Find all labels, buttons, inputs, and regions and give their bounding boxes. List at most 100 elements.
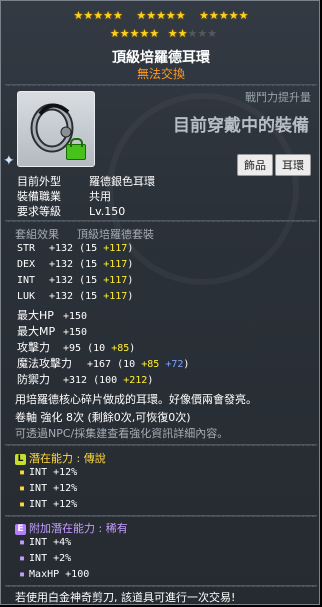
stat-row-int: INT +132 (15 +117) [17,275,133,286]
info-key: 裝備職業 [17,190,61,203]
additional-potential-line: INT +2% [19,553,71,564]
star-group: ★★★★★ [136,9,186,22]
stat-name: 攻擊力 [17,341,50,354]
stat-row-maxhp: 最大HP +150 [17,307,87,323]
stat-total: +150 [63,327,88,338]
stat-base: (15 [79,291,98,302]
stat-name: 防禦力 [17,373,50,386]
divider [5,220,317,222]
star-group-empty: ★★★ [187,27,218,40]
stat-paren: ) [127,275,134,286]
potential-line: INT +12% [19,499,77,510]
scroll-upgrade-info: 卷軸 強化 8次 (剩餘0次,可恢復0次) [15,411,191,424]
lock-icon [66,138,86,160]
untradeable-label: 無法交換 [136,67,185,81]
item-tooltip: ★★★★★ ★★★★★ ★★★★★ ★★★★★ ★★★★★ 頂級培羅德耳環 無法… [0,0,320,605]
info-value: 羅德銀色耳環 [89,175,155,188]
stat-row-magic-attack: 魔法攻擊力 +167 (10 +85 +72) [17,355,189,371]
item-icon-frame [17,91,95,167]
stat-bonus: +117 [103,259,128,270]
info-row: 裝備職業 共用 [17,188,111,204]
stat-name: 魔法攻擊力 [17,357,72,370]
stat-total: +132 [49,243,74,254]
stat-bonus: +85 [111,343,130,354]
stat-row-maxmp: 最大MP +150 [17,323,87,339]
additional-potential-line: INT +4% [19,537,71,548]
info-row: 要求等級 Lv.150 [17,203,125,219]
stat-row-attack: 攻擊力 +95 (10 +85) [17,339,135,355]
epic-badge-icon: E [15,523,26,535]
stat-paren: ) [129,343,136,354]
npc-hint: 可透過NPC/採集建查看強化資訊詳細內容。 [15,427,229,440]
set-effect-row: 套組效果 頂級培羅德套裝 [15,226,154,242]
stat-total: +312 [63,375,88,386]
stat-name: STR [17,243,36,254]
stat-name: DEX [17,259,36,270]
star-group: ★★★★★ [109,27,160,40]
stat-row-dex: DEX +132 (15 +117) [17,259,133,270]
stat-name: LUK [17,291,36,302]
potential-line: INT +12% [19,467,77,478]
divider [5,84,317,86]
potential-header: L 潛在能力 : 傳說 [15,450,106,466]
divider [5,515,317,517]
battle-power-label: 戰鬥力提升量 [245,91,311,104]
stat-base: (15 [79,259,98,270]
star-group: ★★★★★ [199,9,249,22]
stat-base: (15 [79,243,98,254]
stat-enhance: +72 [165,359,184,370]
platinum-scissors-notice: 若使用白金神奇剪刀, 該道具可進行一次交易! [15,591,236,604]
stat-base: (10 [87,343,106,354]
stat-paren: ) [127,291,134,302]
stat-base: (10 [117,359,136,370]
stat-total: +132 [49,259,74,270]
stat-bonus: +85 [141,359,160,370]
stat-row-str: STR +132 (15 +117) [17,243,133,254]
potential-label: 潛在能力 : 傳說 [29,452,106,465]
info-key: 要求等級 [17,205,61,218]
stat-base: (100 [93,375,118,386]
stat-row-defense: 防禦力 +312 (100 +212) [17,371,153,387]
star-group: ★★ [167,27,188,40]
tag-accessory: 飾品 [237,154,273,176]
stat-total: +95 [63,343,82,354]
star-group: ★★★★★ [73,9,123,22]
stat-bonus: +117 [103,243,128,254]
star-force-row-2: ★★★★★ ★★★★★ [1,27,319,40]
stat-row-luk: LUK +132 (15 +117) [17,291,133,302]
divider [5,444,317,446]
item-description: 用培羅德核心碎片做成的耳環。好像價兩會發亮。 [15,393,257,406]
additional-potential-label: 附加潛在能力 : 稀有 [29,522,128,535]
info-value: 共用 [89,190,111,203]
category-tags: 飾品 耳環 [237,154,311,176]
stat-paren: ) [183,359,190,370]
set-name: 頂級培羅德套裝 [77,228,154,241]
stat-paren: ) [127,243,134,254]
additional-potential-line: MaxHP +100 [19,569,89,580]
sparkle-icon: ✦ [3,153,15,169]
tag-earring: 耳環 [275,154,311,176]
stat-bonus: +117 [103,275,128,286]
item-title: 頂級培羅德耳環 [112,50,210,66]
star-force-row-1: ★★★★★ ★★★★★ ★★★★★ [1,9,319,22]
stat-name: 最大MP [17,325,56,338]
stat-name: INT [17,275,36,286]
divider [5,585,317,587]
stat-bonus: +117 [103,291,128,302]
info-value: Lv.150 [89,205,126,218]
stat-total: +132 [49,291,74,302]
currently-equipped-label: 目前穿戴中的裝備 [173,116,309,136]
legendary-badge-icon: L [15,453,26,465]
stat-name: 最大HP [17,309,54,322]
stat-total: +132 [49,275,74,286]
info-row: 目前外型 羅德銀色耳環 [17,173,155,189]
stat-base: (15 [79,275,98,286]
additional-potential-header: E 附加潛在能力 : 稀有 [15,520,128,536]
info-key: 目前外型 [17,175,61,188]
potential-line: INT +12% [19,483,77,494]
stat-total: +167 [87,359,112,370]
stat-total: +150 [63,311,88,322]
set-effect-label: 套組效果 [15,228,59,241]
stat-bonus: +212 [123,375,148,386]
stat-paren: ) [127,259,134,270]
